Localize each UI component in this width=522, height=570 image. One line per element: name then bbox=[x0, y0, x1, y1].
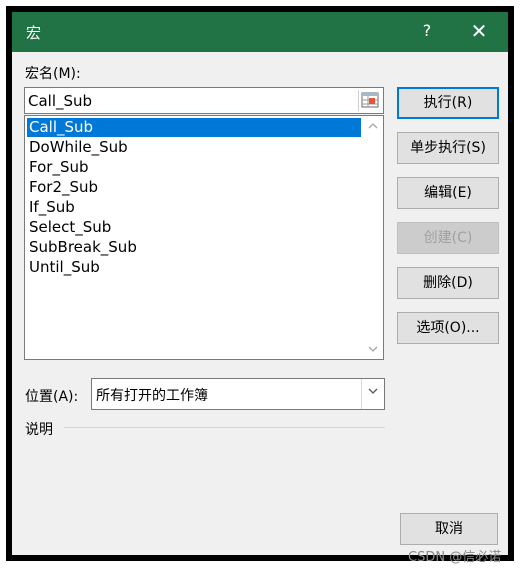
location-select[interactable]: 所有打开的工作簿 bbox=[91, 378, 385, 410]
macro-list-item[interactable]: For_Sub bbox=[27, 158, 361, 177]
chevron-down-icon[interactable] bbox=[361, 379, 384, 409]
description-label: 说明 bbox=[25, 422, 53, 438]
run-button[interactable]: 执行(R) bbox=[397, 87, 499, 119]
description-divider bbox=[64, 427, 385, 428]
macro-name-input[interactable]: Call_Sub bbox=[24, 87, 384, 114]
title-bar: 宏 ? ✕ bbox=[12, 12, 508, 52]
create-button: 创建(C) bbox=[397, 222, 499, 254]
options-button[interactable]: 选项(O)... bbox=[397, 312, 499, 344]
macro-list-item[interactable]: DoWhile_Sub bbox=[27, 138, 361, 157]
close-button[interactable]: ✕ bbox=[467, 19, 491, 43]
step-into-button[interactable]: 单步执行(S) bbox=[397, 132, 499, 164]
macro-list-item[interactable]: Until_Sub bbox=[27, 258, 361, 277]
macro-list-item[interactable]: For2_Sub bbox=[27, 178, 361, 197]
macro-dialog: 宏 ? ✕ 宏名(M): Call_Sub Call_Sub DoWhile_S… bbox=[12, 12, 508, 555]
macro-list-item[interactable]: If_Sub bbox=[27, 198, 361, 217]
dialog-title: 宏 bbox=[26, 24, 42, 42]
scroll-down-icon[interactable] bbox=[366, 342, 380, 356]
macro-list-item[interactable]: Call_Sub bbox=[27, 118, 361, 137]
macro-list-item[interactable]: SubBreak_Sub bbox=[27, 238, 361, 257]
macro-name-label: 宏名(M): bbox=[25, 66, 81, 82]
scroll-up-icon[interactable] bbox=[366, 119, 380, 133]
macro-name-value[interactable]: Call_Sub bbox=[28, 92, 92, 110]
macro-list-item[interactable]: Select_Sub bbox=[27, 218, 361, 237]
watermark: CSDN @信必诺 bbox=[408, 550, 502, 565]
cancel-button[interactable]: 取消 bbox=[400, 513, 498, 545]
list-scrollbar[interactable] bbox=[363, 116, 383, 359]
help-button[interactable]: ? bbox=[417, 21, 437, 40]
range-picker-icon[interactable] bbox=[358, 90, 381, 111]
location-value[interactable]: 所有打开的工作簿 bbox=[96, 385, 208, 405]
macro-list[interactable]: Call_Sub DoWhile_Sub For_Sub For2_Sub If… bbox=[24, 115, 384, 360]
edit-button[interactable]: 编辑(E) bbox=[397, 177, 499, 209]
location-label: 位置(A): bbox=[25, 389, 79, 405]
delete-button[interactable]: 删除(D) bbox=[397, 267, 499, 299]
